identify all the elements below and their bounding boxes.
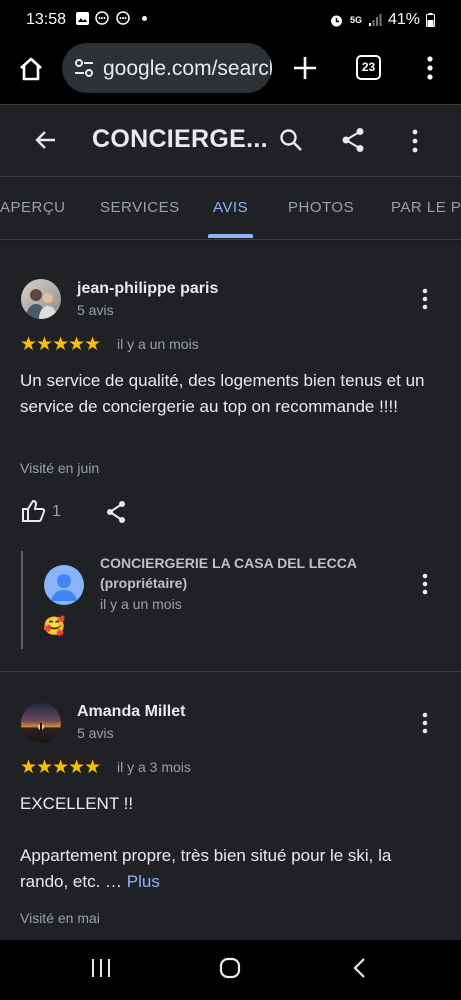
chat-notification-icon-2 <box>116 11 130 25</box>
status-right: 5G 41% <box>329 11 435 29</box>
battery-percent: 41% <box>387 11 420 28</box>
person-icon <box>51 574 77 601</box>
tabs-shadow <box>0 240 461 249</box>
back-button-icon[interactable] <box>352 957 366 979</box>
review-text: Appartement propre, très bien situé pour… <box>20 843 430 895</box>
site-settings-icon[interactable] <box>74 59 94 77</box>
tab-switcher-button[interactable]: 23 <box>356 55 381 80</box>
avatar[interactable] <box>21 703 61 743</box>
avatar[interactable] <box>21 279 61 319</box>
browser-toolbar: google.com/search 23 <box>0 40 461 104</box>
more-notifications-dot-icon <box>142 16 147 21</box>
share-icon[interactable] <box>341 127 365 153</box>
network-label: 5G <box>349 15 362 25</box>
review-text: Un service de qualité, des logements bie… <box>20 371 425 416</box>
alarm-icon <box>330 15 342 26</box>
active-tab-indicator <box>208 234 253 238</box>
like-count: 1 <box>52 503 61 520</box>
system-nav-bar <box>0 940 461 1000</box>
owner-avatar <box>44 565 84 605</box>
visit-date: Visité en juin <box>20 460 100 476</box>
user-photo-icon <box>26 289 57 319</box>
notification-icons <box>75 11 147 26</box>
visit-date: Visité en mai <box>20 910 100 926</box>
tab-count: 23 <box>361 60 376 74</box>
reviewer-name[interactable]: Amanda Millet <box>77 703 185 721</box>
tab-par-le-proprietaire[interactable]: PAR LE PR <box>391 199 461 216</box>
sunset-photo-icon <box>38 723 44 731</box>
review-text-headline: EXCELLENT !! <box>20 794 134 813</box>
status-bar: 13:58 5G 41% <box>0 0 461 40</box>
review-more-icon[interactable] <box>413 711 437 735</box>
status-time: 13:58 <box>26 11 67 28</box>
reviewer-review-count: 5 avis <box>77 302 114 318</box>
review-text-body: Appartement propre, très bien situé pour… <box>20 846 392 891</box>
review-date: il y a 3 mois <box>117 759 191 775</box>
review-card: jean-philippe paris 5 avis ★★★★★ il y a … <box>0 249 461 671</box>
home-icon[interactable] <box>17 55 45 83</box>
new-tab-plus-icon[interactable] <box>292 55 318 81</box>
review-date: il y a un mois <box>117 336 199 352</box>
tab-apercu[interactable]: APERÇU <box>0 199 66 216</box>
battery-icon <box>426 13 435 27</box>
browser-menu-icon[interactable] <box>420 55 440 81</box>
owner-reply-date: il y a un mois <box>100 596 182 612</box>
thumbs-up-icon[interactable] <box>21 499 46 523</box>
reply-thread-line <box>21 551 23 649</box>
tab-photos[interactable]: PHOTOS <box>288 199 354 216</box>
more-options-icon[interactable] <box>405 128 425 154</box>
signal-icon <box>368 14 382 26</box>
search-icon[interactable] <box>279 128 303 152</box>
image-notification-icon <box>76 12 89 25</box>
reply-more-icon[interactable] <box>413 572 437 596</box>
address-bar[interactable]: google.com/search <box>62 43 272 93</box>
owner-role: (propriétaire) <box>100 575 188 591</box>
read-more-link[interactable]: Plus <box>127 872 160 891</box>
chat-notification-icon <box>95 11 109 25</box>
place-header: CONCIERGE... <box>0 104 461 176</box>
page-title: CONCIERGE... <box>92 125 268 153</box>
star-rating: ★★★★★ <box>20 334 101 355</box>
section-tabs: APERÇU SERVICES AVIS PHOTOS PAR LE PR <box>0 176 461 240</box>
reviewer-name[interactable]: jean-philippe paris <box>77 280 218 298</box>
recent-apps-icon[interactable] <box>90 958 112 978</box>
tab-avis[interactable]: AVIS <box>213 199 248 216</box>
url-text[interactable]: google.com/search <box>103 57 272 81</box>
review-share-icon[interactable] <box>105 500 127 524</box>
review-card: Amanda Millet 5 avis ★★★★★ il y a 3 mois… <box>0 672 461 940</box>
star-rating: ★★★★★ <box>20 757 101 778</box>
reviewer-review-count: 5 avis <box>77 725 114 741</box>
tab-services[interactable]: SERVICES <box>100 199 180 216</box>
back-arrow-icon[interactable] <box>34 128 58 152</box>
owner-name: CONCIERGERIE LA CASA DEL LECCA <box>100 555 357 571</box>
home-button-icon[interactable] <box>219 957 241 979</box>
review-more-icon[interactable] <box>413 287 437 311</box>
reply-emoji: 🥰 <box>43 616 66 636</box>
